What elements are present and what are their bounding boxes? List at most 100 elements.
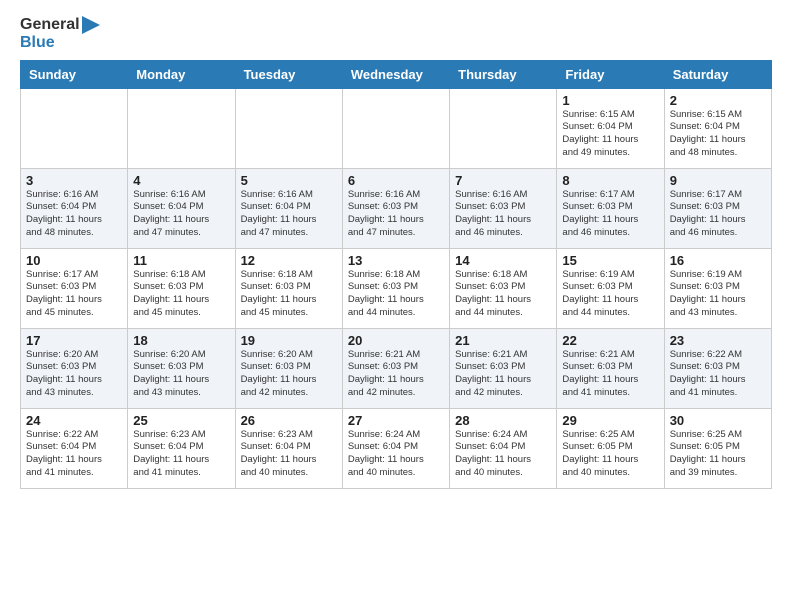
calendar-cell: 24Sunrise: 6:22 AMSunset: 6:04 PMDayligh…	[21, 408, 128, 488]
calendar-cell: 19Sunrise: 6:20 AMSunset: 6:03 PMDayligh…	[235, 328, 342, 408]
calendar-cell: 3Sunrise: 6:16 AMSunset: 6:04 PMDaylight…	[21, 168, 128, 248]
day-info: Sunrise: 6:17 AMSunset: 6:03 PMDaylight:…	[562, 189, 658, 240]
day-number: 11	[133, 253, 229, 268]
calendar-cell: 27Sunrise: 6:24 AMSunset: 6:04 PMDayligh…	[342, 408, 449, 488]
calendar-cell: 8Sunrise: 6:17 AMSunset: 6:03 PMDaylight…	[557, 168, 664, 248]
calendar-week-row: 3Sunrise: 6:16 AMSunset: 6:04 PMDaylight…	[21, 168, 772, 248]
calendar-cell: 4Sunrise: 6:16 AMSunset: 6:04 PMDaylight…	[128, 168, 235, 248]
weekday-header-row: SundayMondayTuesdayWednesdayThursdayFrid…	[21, 60, 772, 88]
weekday-saturday: Saturday	[664, 60, 771, 88]
calendar-cell: 14Sunrise: 6:18 AMSunset: 6:03 PMDayligh…	[450, 248, 557, 328]
day-number: 14	[455, 253, 551, 268]
day-number: 23	[670, 333, 766, 348]
weekday-tuesday: Tuesday	[235, 60, 342, 88]
day-number: 24	[26, 413, 122, 428]
calendar-cell: 25Sunrise: 6:23 AMSunset: 6:04 PMDayligh…	[128, 408, 235, 488]
calendar-week-row: 10Sunrise: 6:17 AMSunset: 6:03 PMDayligh…	[21, 248, 772, 328]
logo-arrow-icon	[82, 16, 100, 34]
logo-general-text: General	[20, 16, 80, 34]
day-number: 20	[348, 333, 444, 348]
day-number: 19	[241, 333, 337, 348]
day-info: Sunrise: 6:20 AMSunset: 6:03 PMDaylight:…	[133, 349, 229, 400]
logo-blue-text: Blue	[20, 34, 100, 52]
weekday-monday: Monday	[128, 60, 235, 88]
day-info: Sunrise: 6:19 AMSunset: 6:03 PMDaylight:…	[670, 269, 766, 320]
day-number: 3	[26, 173, 122, 188]
calendar-cell: 13Sunrise: 6:18 AMSunset: 6:03 PMDayligh…	[342, 248, 449, 328]
calendar-cell: 29Sunrise: 6:25 AMSunset: 6:05 PMDayligh…	[557, 408, 664, 488]
calendar-cell	[21, 88, 128, 168]
day-info: Sunrise: 6:19 AMSunset: 6:03 PMDaylight:…	[562, 269, 658, 320]
calendar-cell: 16Sunrise: 6:19 AMSunset: 6:03 PMDayligh…	[664, 248, 771, 328]
weekday-wednesday: Wednesday	[342, 60, 449, 88]
calendar-cell: 9Sunrise: 6:17 AMSunset: 6:03 PMDaylight…	[664, 168, 771, 248]
day-info: Sunrise: 6:22 AMSunset: 6:04 PMDaylight:…	[26, 429, 122, 480]
day-info: Sunrise: 6:25 AMSunset: 6:05 PMDaylight:…	[562, 429, 658, 480]
calendar-cell: 28Sunrise: 6:24 AMSunset: 6:04 PMDayligh…	[450, 408, 557, 488]
day-info: Sunrise: 6:18 AMSunset: 6:03 PMDaylight:…	[348, 269, 444, 320]
day-number: 26	[241, 413, 337, 428]
calendar-week-row: 1Sunrise: 6:15 AMSunset: 6:04 PMDaylight…	[21, 88, 772, 168]
day-number: 18	[133, 333, 229, 348]
calendar-cell: 11Sunrise: 6:18 AMSunset: 6:03 PMDayligh…	[128, 248, 235, 328]
day-info: Sunrise: 6:16 AMSunset: 6:03 PMDaylight:…	[348, 189, 444, 240]
day-info: Sunrise: 6:15 AMSunset: 6:04 PMDaylight:…	[670, 109, 766, 160]
day-number: 13	[348, 253, 444, 268]
day-number: 25	[133, 413, 229, 428]
day-info: Sunrise: 6:17 AMSunset: 6:03 PMDaylight:…	[670, 189, 766, 240]
day-info: Sunrise: 6:20 AMSunset: 6:03 PMDaylight:…	[26, 349, 122, 400]
calendar-cell: 10Sunrise: 6:17 AMSunset: 6:03 PMDayligh…	[21, 248, 128, 328]
day-number: 9	[670, 173, 766, 188]
day-number: 22	[562, 333, 658, 348]
day-info: Sunrise: 6:21 AMSunset: 6:03 PMDaylight:…	[348, 349, 444, 400]
day-number: 27	[348, 413, 444, 428]
day-number: 4	[133, 173, 229, 188]
calendar-cell	[450, 88, 557, 168]
day-number: 12	[241, 253, 337, 268]
day-info: Sunrise: 6:24 AMSunset: 6:04 PMDaylight:…	[455, 429, 551, 480]
day-number: 21	[455, 333, 551, 348]
calendar-cell: 6Sunrise: 6:16 AMSunset: 6:03 PMDaylight…	[342, 168, 449, 248]
calendar-cell: 22Sunrise: 6:21 AMSunset: 6:03 PMDayligh…	[557, 328, 664, 408]
day-number: 2	[670, 93, 766, 108]
calendar-table: SundayMondayTuesdayWednesdayThursdayFrid…	[20, 60, 772, 489]
day-number: 17	[26, 333, 122, 348]
day-info: Sunrise: 6:24 AMSunset: 6:04 PMDaylight:…	[348, 429, 444, 480]
day-info: Sunrise: 6:17 AMSunset: 6:03 PMDaylight:…	[26, 269, 122, 320]
weekday-friday: Friday	[557, 60, 664, 88]
day-number: 5	[241, 173, 337, 188]
day-info: Sunrise: 6:18 AMSunset: 6:03 PMDaylight:…	[133, 269, 229, 320]
day-number: 29	[562, 413, 658, 428]
day-info: Sunrise: 6:18 AMSunset: 6:03 PMDaylight:…	[455, 269, 551, 320]
calendar-week-row: 24Sunrise: 6:22 AMSunset: 6:04 PMDayligh…	[21, 408, 772, 488]
day-info: Sunrise: 6:20 AMSunset: 6:03 PMDaylight:…	[241, 349, 337, 400]
calendar-cell: 7Sunrise: 6:16 AMSunset: 6:03 PMDaylight…	[450, 168, 557, 248]
calendar-cell: 1Sunrise: 6:15 AMSunset: 6:04 PMDaylight…	[557, 88, 664, 168]
calendar-cell	[128, 88, 235, 168]
day-info: Sunrise: 6:16 AMSunset: 6:03 PMDaylight:…	[455, 189, 551, 240]
calendar-cell: 21Sunrise: 6:21 AMSunset: 6:03 PMDayligh…	[450, 328, 557, 408]
day-info: Sunrise: 6:16 AMSunset: 6:04 PMDaylight:…	[241, 189, 337, 240]
day-info: Sunrise: 6:22 AMSunset: 6:03 PMDaylight:…	[670, 349, 766, 400]
day-number: 10	[26, 253, 122, 268]
calendar-cell: 17Sunrise: 6:20 AMSunset: 6:03 PMDayligh…	[21, 328, 128, 408]
day-info: Sunrise: 6:16 AMSunset: 6:04 PMDaylight:…	[133, 189, 229, 240]
calendar-cell: 23Sunrise: 6:22 AMSunset: 6:03 PMDayligh…	[664, 328, 771, 408]
day-number: 16	[670, 253, 766, 268]
calendar-week-row: 17Sunrise: 6:20 AMSunset: 6:03 PMDayligh…	[21, 328, 772, 408]
day-info: Sunrise: 6:21 AMSunset: 6:03 PMDaylight:…	[455, 349, 551, 400]
day-number: 7	[455, 173, 551, 188]
calendar-cell: 5Sunrise: 6:16 AMSunset: 6:04 PMDaylight…	[235, 168, 342, 248]
calendar-cell: 18Sunrise: 6:20 AMSunset: 6:03 PMDayligh…	[128, 328, 235, 408]
day-number: 6	[348, 173, 444, 188]
calendar-cell	[342, 88, 449, 168]
day-info: Sunrise: 6:25 AMSunset: 6:05 PMDaylight:…	[670, 429, 766, 480]
day-info: Sunrise: 6:16 AMSunset: 6:04 PMDaylight:…	[26, 189, 122, 240]
day-number: 30	[670, 413, 766, 428]
calendar-cell: 20Sunrise: 6:21 AMSunset: 6:03 PMDayligh…	[342, 328, 449, 408]
header: General Blue	[20, 16, 772, 52]
logo: General Blue	[20, 16, 100, 52]
day-info: Sunrise: 6:23 AMSunset: 6:04 PMDaylight:…	[241, 429, 337, 480]
day-number: 8	[562, 173, 658, 188]
calendar-cell: 2Sunrise: 6:15 AMSunset: 6:04 PMDaylight…	[664, 88, 771, 168]
